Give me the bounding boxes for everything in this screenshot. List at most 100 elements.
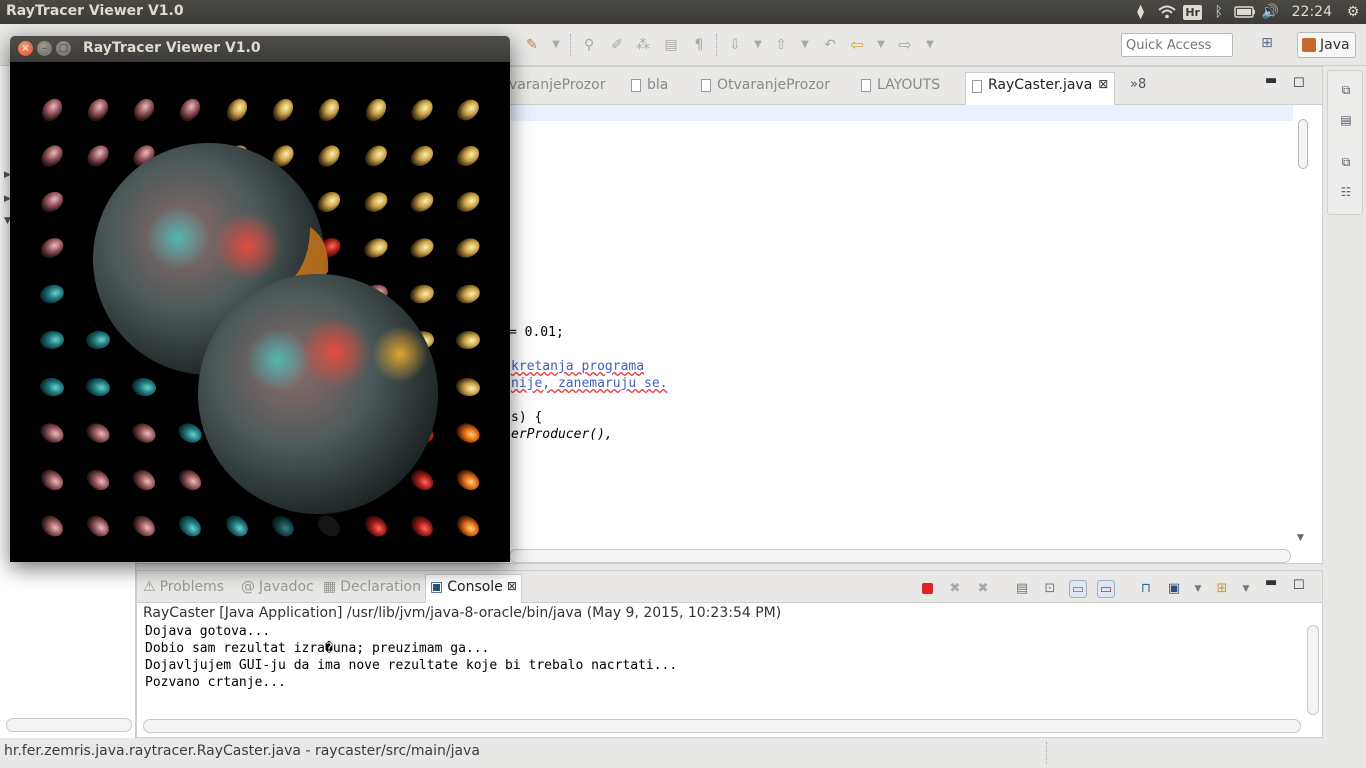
close-icon[interactable]: ⊠	[1098, 77, 1108, 91]
dropdown-arrow-icon[interactable]: ▼	[1237, 580, 1255, 598]
scroll-lock-icon[interactable]: ⊡	[1041, 580, 1059, 598]
editor-tab[interactable]: bla	[631, 77, 668, 93]
remove-all-launches-icon[interactable]: ✖	[974, 580, 992, 598]
battery-icon[interactable]	[1232, 0, 1258, 24]
remove-launch-icon[interactable]: ✖	[946, 580, 964, 598]
rendered-scene-canvas[interactable]	[10, 62, 510, 562]
scroll-down-arrow-icon[interactable]: ▼	[1297, 533, 1304, 543]
dropdown-arrow-icon[interactable]: ▼	[872, 36, 890, 54]
edit-icon[interactable]: ✐	[608, 36, 626, 54]
editor-tab[interactable]: LAYOUTS	[861, 77, 940, 93]
paragraph-icon[interactable]: ¶	[690, 36, 708, 54]
block-selection-icon[interactable]: ⁂	[634, 36, 652, 54]
display-console-icon[interactable]: ▣	[1165, 580, 1183, 598]
raytracer-titlebar[interactable]: × – □ RayTracer Viewer V1.0	[10, 36, 510, 62]
dropdown-arrow-icon[interactable]: ▼	[547, 36, 565, 54]
large-sphere-lower	[198, 274, 438, 514]
show-on-stderr-icon[interactable]: ▭	[1097, 580, 1115, 598]
editor-tab-active[interactable]: RayCaster.java ⊠	[965, 72, 1116, 105]
dropdown-arrow-icon[interactable]: ▼	[1189, 580, 1207, 598]
dropdown-arrow-icon[interactable]: ▼	[749, 36, 767, 54]
restore-icon[interactable]: ⧉	[1338, 155, 1354, 171]
next-annotation-icon[interactable]: ⇩	[726, 36, 744, 54]
editor-vscroll-thumb[interactable]	[1298, 119, 1308, 169]
pin-console-icon[interactable]: ⊓	[1137, 580, 1155, 598]
console-hscroll[interactable]	[143, 719, 1301, 733]
text-file-icon	[701, 78, 711, 92]
raytracer-window[interactable]: × – □ RayTracer Viewer V1.0	[10, 36, 510, 562]
dropdown-arrow-icon[interactable]: ▼	[921, 36, 939, 54]
close-icon[interactable]: ⊠	[507, 579, 517, 593]
status-separator	[1046, 742, 1047, 764]
code-line[interactable]: kretanja programa	[511, 359, 644, 374]
code-line[interactable]: nije, zanemaruju se.	[511, 376, 668, 391]
raytracer-window-title: RayTracer Viewer V1.0	[83, 40, 261, 56]
tab-declaration[interactable]: ▦ Declaration	[323, 579, 421, 595]
console-tab-bar: ⚠ Problems @ Javadoc ▦ Declaration ▣ Consol…	[137, 571, 1322, 603]
wand-icon[interactable]: ✎	[523, 36, 541, 54]
maximize-window-button[interactable]: □	[56, 41, 71, 56]
console-vscroll[interactable]	[1307, 625, 1319, 715]
outline-icon[interactable]: ☷	[1338, 185, 1354, 201]
text-file-icon	[631, 78, 641, 92]
console-view: ⚠ Problems @ Javadoc ▦ Declaration ▣ Consol…	[136, 570, 1323, 738]
status-bar: hr.fer.zemris.java.raytracer.RayCaster.j…	[0, 740, 1366, 768]
bluetooth-icon[interactable]: ᛒ	[1206, 0, 1232, 24]
top-panel: RayTracer Viewer V1.0 ⧫ Hr ᛒ 🔊 22:24 ⚙	[0, 0, 1366, 24]
console-line: Dojavljujem GUI-ju da ima nove rezultate…	[145, 658, 678, 673]
editor-tab[interactable]: OtvaranjeProzor	[701, 77, 830, 93]
toolbar-separator	[716, 34, 717, 56]
maximize-icon[interactable]: ☐	[1293, 578, 1305, 593]
dropbox-icon[interactable]: ⧫	[1128, 0, 1154, 24]
large-sphere-lower-body	[198, 274, 438, 514]
console-line: Pozvano crtanje...	[145, 675, 286, 690]
format-icon[interactable]: ▤	[662, 36, 680, 54]
tab-overflow-chevron[interactable]: »8	[1130, 77, 1146, 92]
open-console-icon[interactable]: ⊞	[1213, 580, 1231, 598]
quick-access-input[interactable]	[1121, 33, 1233, 57]
maximize-icon[interactable]: ☐	[1293, 76, 1305, 91]
wifi-icon[interactable]	[1154, 0, 1180, 24]
settings-gear-icon[interactable]: ⚙	[1340, 0, 1366, 24]
dropdown-arrow-icon[interactable]: ▼	[796, 36, 814, 54]
tab-javadoc[interactable]: @ Javadoc	[241, 579, 314, 595]
forward-icon[interactable]: ⇨	[896, 36, 914, 54]
volume-icon[interactable]: 🔊	[1258, 0, 1284, 24]
code-line[interactable]: erProducer(),	[511, 427, 613, 442]
open-perspective-icon[interactable]: ⊞	[1256, 35, 1278, 55]
system-tray: ⧫ Hr ᛒ 🔊 22:24 ⚙	[1128, 0, 1366, 24]
console-output[interactable]: Dojava gotova... Dobio sam rezultat izra…	[145, 624, 677, 692]
clock[interactable]: 22:24	[1284, 4, 1340, 20]
keyboard-layout-indicator[interactable]: Hr	[1180, 0, 1206, 24]
last-edit-icon[interactable]: ↶	[821, 36, 839, 54]
editor-tab[interactable]: varanjeProzor	[509, 77, 605, 93]
code-line[interactable]: = 0.01;	[509, 325, 564, 340]
close-window-button[interactable]: ×	[18, 41, 33, 56]
current-line-highlight	[509, 105, 1293, 121]
specular-highlight	[146, 206, 210, 270]
toolbar-separator	[570, 34, 571, 56]
terminate-button[interactable]	[918, 580, 936, 598]
editor-vscroll-track[interactable]	[1297, 117, 1309, 547]
tab-console[interactable]: ▣ Console ⊠	[425, 574, 522, 603]
restore-icon[interactable]: ⧉	[1338, 83, 1354, 99]
minimize-window-button[interactable]: –	[37, 41, 52, 56]
minimize-icon[interactable]: ▬	[1265, 73, 1277, 88]
clear-console-icon[interactable]: ▤	[1013, 580, 1031, 598]
java-perspective-button[interactable]: Java	[1297, 32, 1356, 58]
editor-hscroll[interactable]	[509, 549, 1291, 563]
java-file-icon	[972, 80, 982, 93]
active-app-title: RayTracer Viewer V1.0	[6, 3, 184, 19]
code-line[interactable]: s) {	[511, 410, 542, 425]
console-icon: ▣	[430, 579, 444, 595]
task-list-icon[interactable]: ▤	[1338, 113, 1354, 129]
java-perspective-icon	[1302, 38, 1316, 52]
pin-icon[interactable]: ⚲	[580, 36, 598, 54]
package-explorer-hscroll[interactable]	[6, 718, 132, 732]
back-icon[interactable]: ⇦	[848, 36, 866, 54]
problems-icon: ⚠	[143, 579, 156, 595]
minimize-icon[interactable]: ▬	[1265, 575, 1277, 590]
prev-annotation-icon[interactable]: ⇧	[772, 36, 790, 54]
show-on-stdout-icon[interactable]: ▭	[1069, 580, 1087, 598]
tab-problems[interactable]: ⚠ Problems	[143, 579, 224, 595]
